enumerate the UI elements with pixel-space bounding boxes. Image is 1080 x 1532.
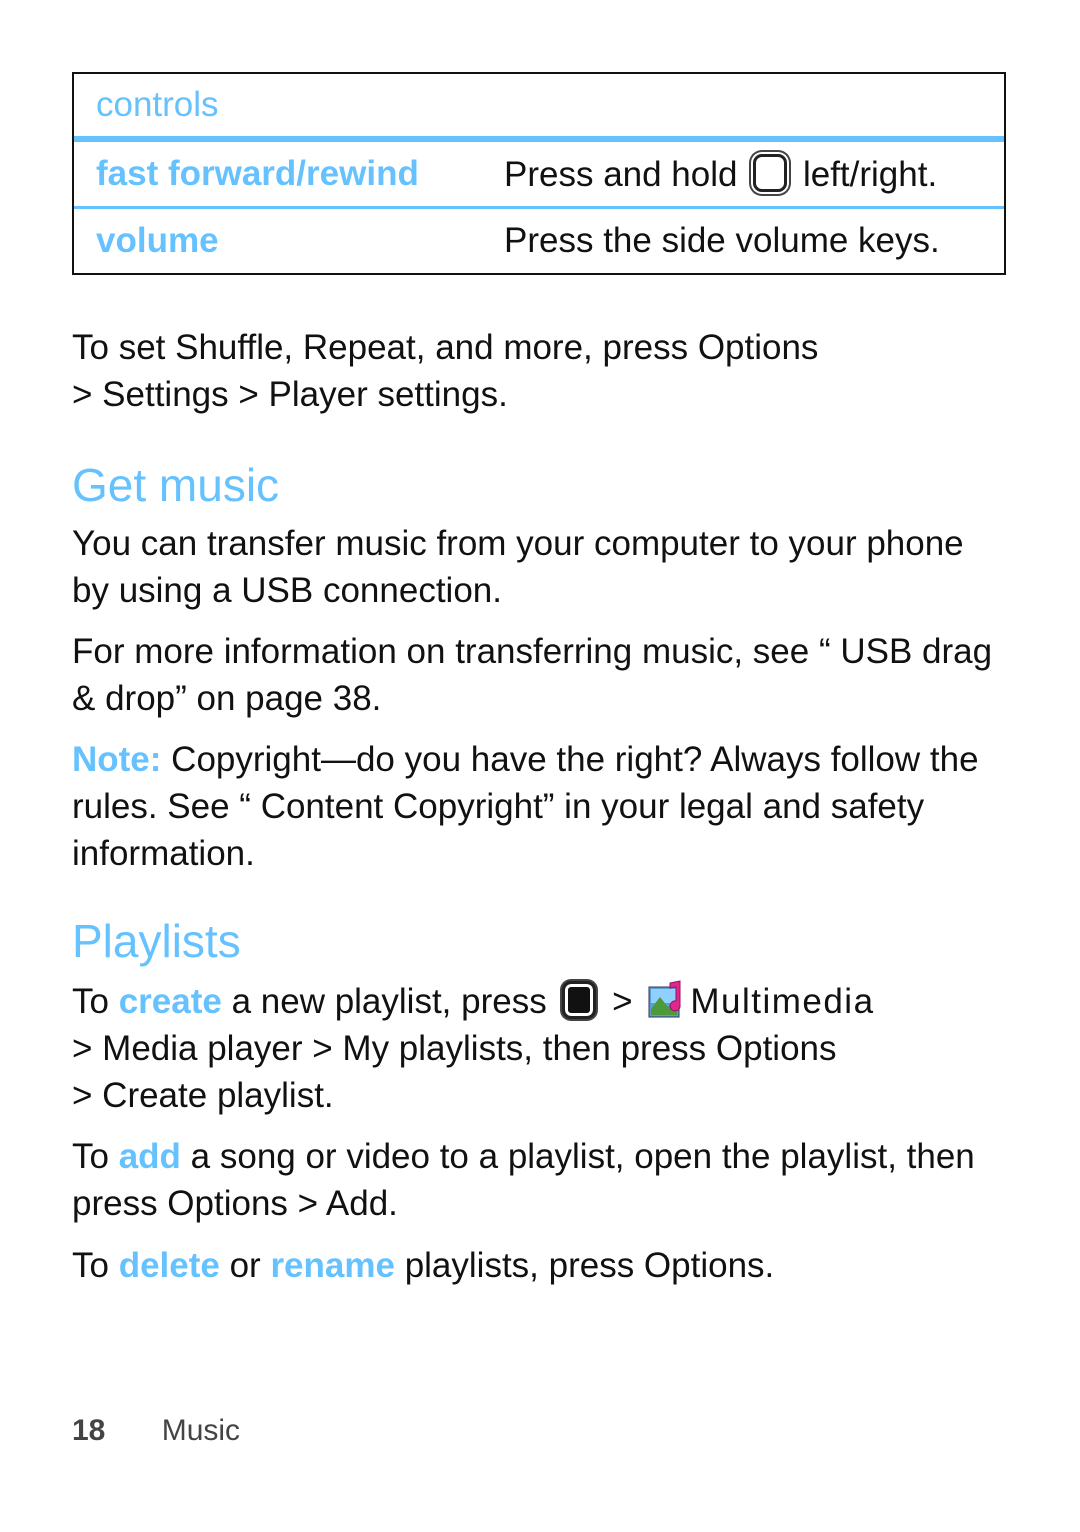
create-playlist-paragraph: To create a new playlist, press > Multim… — [72, 978, 1012, 1119]
control-name: fast forward/rewind — [96, 154, 419, 193]
section-name: Music — [161, 1414, 241, 1447]
text: a new playlist, press — [221, 982, 557, 1021]
get-music-para-1: You can transfer music from your compute… — [72, 524, 964, 610]
table-row: volume Press the side volume keys. — [74, 209, 1004, 273]
add-keyword: add — [118, 1137, 181, 1176]
text: To — [72, 982, 119, 1021]
text: To — [72, 1137, 119, 1176]
description-text: left/right. — [802, 154, 938, 194]
get-music-heading: Get music — [72, 459, 280, 511]
create-keyword: create — [118, 982, 222, 1021]
delete-paragraph: To delete or rename playlists, press Opt… — [72, 1242, 1012, 1289]
create-line-2: > Media player > My playlists, then pres… — [72, 1029, 837, 1068]
page-number: 18 — [72, 1414, 106, 1447]
text: or — [219, 1246, 271, 1285]
add-paragraph: To add a song or video to a playlist, op… — [72, 1133, 992, 1227]
note-text: Copyright—do you have the right? Always … — [72, 740, 979, 873]
separator: > — [602, 982, 643, 1021]
controls-table: controls fast forward/rewind Press and h… — [72, 72, 1006, 275]
multimedia-icon — [648, 980, 681, 1018]
delete-keyword: delete — [118, 1246, 220, 1285]
center-key-icon — [562, 981, 597, 1019]
note-paragraph: Note: Copyright—do you have the right? A… — [72, 736, 1007, 877]
description-text: Press and hold — [504, 154, 738, 194]
control-name: volume — [96, 221, 219, 260]
playlists-heading: Playlists — [72, 915, 241, 967]
text: a song or video to a playlist, open the … — [72, 1137, 975, 1223]
nav-key-icon — [753, 153, 788, 192]
get-music-para-2: For more information on transferring mus… — [72, 632, 993, 718]
page-footer: 18 Music — [72, 1414, 240, 1448]
settings-line-1: To set Shuffle, Repeat, and more, press … — [72, 328, 819, 367]
control-description: Press and hold left/right. — [482, 153, 1004, 195]
control-description: Press the side volume keys. — [504, 221, 940, 260]
multimedia-menu-label: Multimedia — [690, 982, 875, 1021]
rename-keyword: rename — [270, 1246, 395, 1285]
note-label: Note: — [72, 740, 162, 779]
create-line-3: > Create playlist. — [72, 1076, 334, 1115]
settings-paragraph: To set Shuffle, Repeat, and more, press … — [72, 324, 1012, 418]
controls-table-header: controls — [74, 74, 1004, 142]
settings-line-2: > Settings > Player settings. — [72, 375, 508, 414]
table-row: fast forward/rewind Press and hold left/… — [74, 142, 1004, 209]
text: playlists, press Options. — [394, 1246, 775, 1285]
create-line-1: To create a new playlist, press > Multim… — [72, 978, 1012, 1025]
text: To — [72, 1246, 119, 1285]
